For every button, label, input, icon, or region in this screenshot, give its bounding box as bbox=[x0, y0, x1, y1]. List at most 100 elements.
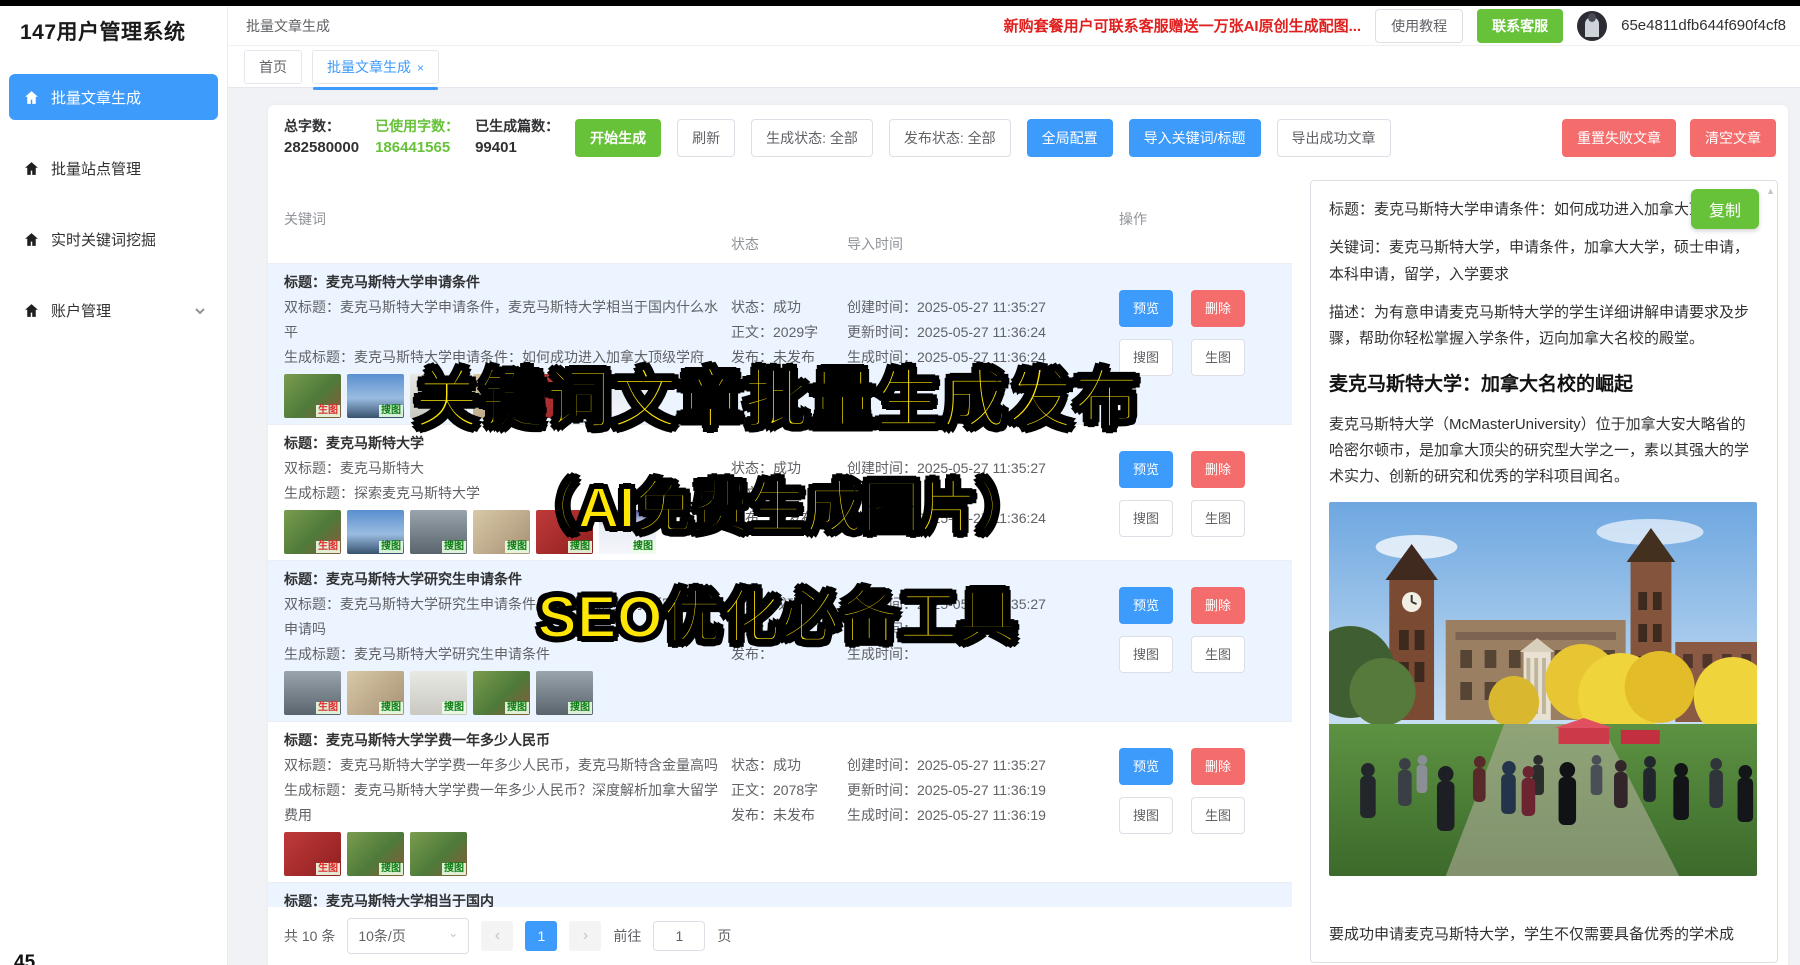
user-id: 65e4811dfb644f690f4cf8 bbox=[1621, 17, 1786, 34]
close-icon[interactable]: × bbox=[417, 61, 424, 75]
article-dual-title: 双标题：麦克马斯特大学研究生申请条件，麦克马斯特大学研究生容易申请吗 bbox=[284, 592, 719, 642]
prev-page-button[interactable]: ‹ bbox=[481, 921, 513, 951]
export-success-button[interactable]: 导出成功文章 bbox=[1277, 119, 1391, 157]
thumbnail[interactable]: 搜图 bbox=[536, 510, 593, 554]
search-image-button[interactable]: 搜图 bbox=[1119, 500, 1173, 537]
danger-actions: 重置失败文章 清空文章 bbox=[1562, 119, 1776, 157]
generate-status-select[interactable]: 生成状态: 全部 bbox=[751, 119, 873, 157]
delete-button[interactable]: 删除 bbox=[1191, 290, 1245, 327]
keyword-cell: 标题：麦克马斯特大学申请条件 双标题：麦克马斯特大学申请条件，麦克马斯特大学相当… bbox=[284, 270, 731, 418]
article-generated-title: 生成标题：麦克马斯特大学申请条件：如何成功进入加拿大顶级学府 bbox=[284, 345, 719, 370]
actions-cell: 预览 删除 搜图 生图 bbox=[1119, 728, 1276, 876]
status-cell: 状态：成功 正文：1957字 发布：未发布 bbox=[731, 889, 847, 907]
chevron-down-icon bbox=[194, 304, 206, 316]
topbar-right: 新购套餐用户可联系客服赠送一万张AI原创生成配图... 使用教程 联系客服 65… bbox=[1004, 9, 1786, 43]
page-size-select[interactable]: 10条/页 ⌄ bbox=[347, 918, 469, 954]
delete-button[interactable]: 删除 bbox=[1191, 587, 1245, 624]
row-status: 状态：成功 bbox=[731, 295, 847, 320]
tabbar: 首页 批量文章生成× bbox=[228, 46, 1800, 88]
thumbnail[interactable]: 生图 bbox=[284, 671, 341, 715]
generate-image-button[interactable]: 生图 bbox=[1191, 500, 1245, 537]
article-generated-title: 生成标题：探索麦克马斯特大学 bbox=[284, 481, 719, 506]
row-updated: 更新时间： bbox=[847, 617, 1119, 642]
preview-paragraph: 麦克马斯特大学（McMasterUniversity）位于加拿大安大略省的哈密尔… bbox=[1329, 412, 1757, 491]
sidebar: 147用户管理系统 批量文章生成 批量站点管理 实时关键词挖掘 账户管理 45 bbox=[0, 0, 228, 965]
thumbnail[interactable]: 搜图 bbox=[347, 832, 404, 876]
search-badge: 搜图 bbox=[379, 863, 403, 875]
thumbnail[interactable]: 搜图 bbox=[410, 510, 467, 554]
breadcrumb: 批量文章生成 bbox=[246, 16, 330, 36]
thumbnail[interactable]: 搜图 bbox=[410, 832, 467, 876]
delete-button[interactable]: 删除 bbox=[1191, 451, 1245, 488]
start-generate-button[interactable]: 开始生成 bbox=[575, 119, 661, 157]
tab-batch-article[interactable]: 批量文章生成× bbox=[312, 50, 439, 84]
search-image-button[interactable]: 搜图 bbox=[1119, 797, 1173, 834]
sidebar-item-account[interactable]: 账户管理 bbox=[9, 287, 218, 333]
search-image-button[interactable]: 搜图 bbox=[1119, 636, 1173, 673]
contact-support-button[interactable]: 联系客服 bbox=[1477, 9, 1563, 43]
goto-label: 前往 bbox=[613, 926, 641, 946]
generate-image-button[interactable]: 生图 bbox=[1191, 339, 1245, 376]
search-image-button[interactable]: 搜图 bbox=[1119, 339, 1173, 376]
thumbnail[interactable]: 搜图 bbox=[473, 510, 530, 554]
keyword-cell: 标题：麦克马斯特大学研究生申请条件 双标题：麦克马斯特大学研究生申请条件，麦克马… bbox=[284, 567, 731, 715]
thumbnail[interactable]: 搜图 bbox=[536, 671, 593, 715]
generate-badge: 生图 bbox=[316, 541, 340, 553]
row-updated: 更新时间： bbox=[847, 481, 1119, 506]
scroll-up-icon[interactable]: ▲ bbox=[1766, 184, 1775, 200]
thumbnail[interactable]: 搜图 bbox=[599, 374, 656, 418]
header-status: 状态 bbox=[731, 209, 847, 254]
row-generated: 生成时间： bbox=[847, 642, 1119, 667]
generate-image-button[interactable]: 生图 bbox=[1191, 797, 1245, 834]
refresh-button[interactable]: 刷新 bbox=[677, 119, 735, 157]
sidebar-item-batch-article[interactable]: 批量文章生成 bbox=[9, 74, 218, 120]
copy-button[interactable]: 复制 bbox=[1691, 189, 1759, 229]
thumbnail[interactable]: 搜图 bbox=[599, 510, 656, 554]
promo-notice[interactable]: 新购套餐用户可联系客服赠送一万张AI原创生成配图... bbox=[1004, 15, 1362, 36]
thumbnail[interactable]: 搜图 bbox=[347, 374, 404, 418]
next-page-button[interactable]: › bbox=[569, 921, 601, 951]
letterbox-bar bbox=[0, 0, 1800, 6]
status-cell: 状态：成功 正文：2078字 发布：未发布 bbox=[731, 728, 847, 876]
stat-value: 186441565 bbox=[375, 137, 459, 160]
tab-home[interactable]: 首页 bbox=[244, 50, 302, 84]
thumbnail[interactable]: 搜图 bbox=[410, 374, 467, 418]
thumbnail[interactable]: 生图 bbox=[284, 374, 341, 418]
import-keywords-button[interactable]: 导入关键词/标题 bbox=[1129, 119, 1261, 157]
topbar: 批量文章生成 新购套餐用户可联系客服赠送一万张AI原创生成配图... 使用教程 … bbox=[228, 0, 1800, 46]
tutorial-button[interactable]: 使用教程 bbox=[1375, 9, 1463, 43]
goto-page-input[interactable] bbox=[653, 921, 705, 951]
delete-button[interactable]: 删除 bbox=[1191, 748, 1245, 785]
preview-button[interactable]: 预览 bbox=[1119, 451, 1173, 488]
publish-status-select[interactable]: 发布状态: 全部 bbox=[889, 119, 1011, 157]
thumbnail[interactable]: 搜图 bbox=[347, 671, 404, 715]
row-created: 创建时间：2025-05-27 11:35:27 bbox=[847, 592, 1119, 617]
preview-button[interactable]: 预览 bbox=[1119, 748, 1173, 785]
search-badge: 搜图 bbox=[505, 702, 529, 714]
preview-button[interactable]: 预览 bbox=[1119, 290, 1173, 327]
status-cell: 状态：成功 正文： 发布：未发布 bbox=[731, 431, 847, 554]
thumbnail[interactable]: 生图 bbox=[284, 832, 341, 876]
preview-button[interactable]: 预览 bbox=[1119, 587, 1173, 624]
generate-image-button[interactable]: 生图 bbox=[1191, 636, 1245, 673]
clear-articles-button[interactable]: 清空文章 bbox=[1690, 119, 1776, 157]
avatar[interactable] bbox=[1577, 11, 1607, 41]
reset-failed-button[interactable]: 重置失败文章 bbox=[1562, 119, 1676, 157]
thumbnail[interactable]: 生图 bbox=[284, 510, 341, 554]
thumbnail-strip: 生图 搜图 搜图 bbox=[284, 832, 719, 876]
global-config-button[interactable]: 全局配置 bbox=[1027, 119, 1113, 157]
generate-badge: 生图 bbox=[316, 405, 340, 417]
table-row: 标题：麦克马斯特大学研究生申请条件 双标题：麦克马斯特大学研究生申请条件，麦克马… bbox=[268, 561, 1292, 722]
thumbnail[interactable]: 搜图 bbox=[473, 671, 530, 715]
thumbnail[interactable]: 搜图 bbox=[473, 374, 530, 418]
thumbnail[interactable]: 搜图 bbox=[347, 510, 404, 554]
stat-value: 99401 bbox=[475, 137, 559, 160]
current-page-button[interactable]: 1 bbox=[525, 921, 557, 951]
thumbnail[interactable]: 搜图 bbox=[536, 374, 593, 418]
row-generated: 生成时间：2025-05-27 11:36:24 bbox=[847, 345, 1119, 370]
thumbnail[interactable]: 搜图 bbox=[410, 671, 467, 715]
sidebar-item-keyword-mining[interactable]: 实时关键词挖掘 bbox=[9, 216, 218, 262]
search-badge: 搜图 bbox=[568, 541, 592, 553]
sidebar-item-batch-site[interactable]: 批量站点管理 bbox=[9, 145, 218, 191]
preview-description: 描述：为有意申请麦克马斯特大学的学生详细讲解申请要求及步骤，帮助你轻松掌握入学条… bbox=[1329, 300, 1757, 353]
